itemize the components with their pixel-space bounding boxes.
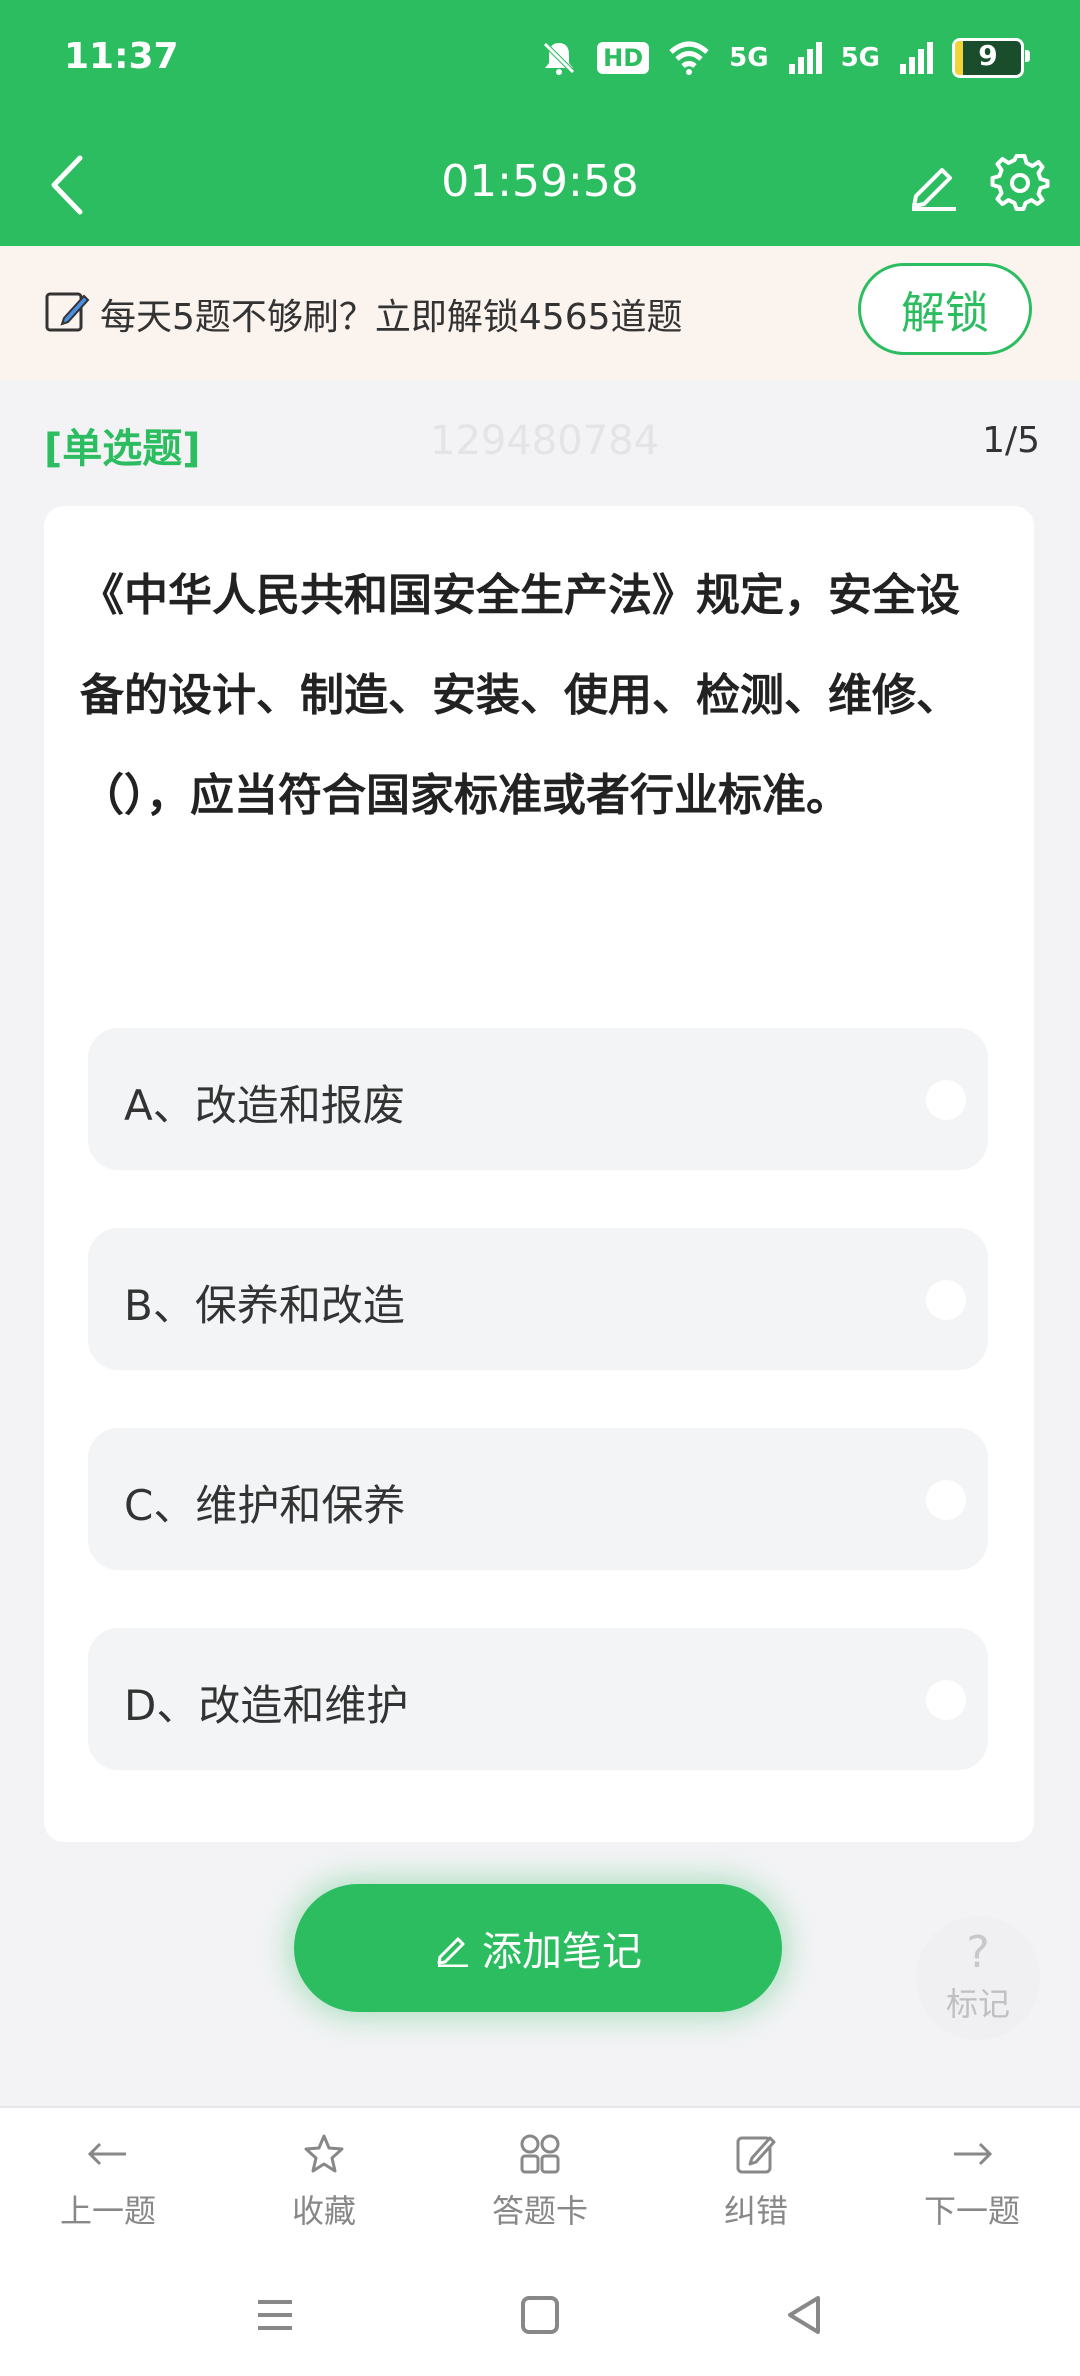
battery-level: 9: [978, 39, 998, 72]
pencil-icon: [437, 1937, 468, 1967]
watermark-id: 129480784: [430, 418, 660, 464]
home-square-icon[interactable]: [515, 2290, 565, 2340]
nav-label: 下一题: [923, 2192, 1020, 2230]
status-time: 11:37: [64, 36, 179, 77]
signal2-label: 5G: [840, 43, 880, 73]
arrow-right-icon: [954, 2142, 993, 2166]
system-nav-bar: [0, 2250, 1080, 2376]
pencil-icon: [912, 168, 956, 211]
signal1-label: 5G: [729, 43, 769, 73]
question-mark-icon: ?: [966, 1927, 990, 1978]
grid-icon: [520, 2134, 560, 2174]
mark-button[interactable]: ? 标记: [916, 1916, 1040, 2040]
nav-label: 答题卡: [491, 2192, 588, 2230]
menu-icon[interactable]: [250, 2290, 300, 2340]
option-radio[interactable]: [926, 1480, 966, 1520]
question-type: [单选题]: [44, 426, 201, 472]
wifi-icon: [669, 41, 709, 75]
back-triangle-icon[interactable]: [780, 2290, 830, 2340]
nav-label: 上一题: [59, 2192, 156, 2230]
option-label: A、改造和报废: [124, 1081, 405, 1130]
edit-icon: [736, 2136, 776, 2174]
star-icon: [304, 2134, 344, 2173]
signal-icon-2: [900, 42, 933, 74]
option-radio[interactable]: [926, 1080, 966, 1120]
nav-label: 纠错: [723, 2192, 788, 2230]
status-icons: HD 5G 5G 9: [539, 34, 1030, 82]
hd-badge: HD: [597, 42, 650, 74]
note-edit-icon: [45, 292, 90, 332]
promo-text: 每天5题不够刷？立即解锁4565道题: [100, 297, 683, 338]
add-note-button[interactable]: 添加笔记: [294, 1884, 782, 2012]
add-note-label: 添加笔记: [482, 1929, 642, 1975]
option-c[interactable]: C、维护和保养: [88, 1428, 988, 1570]
question-progress: 1/5: [982, 420, 1040, 461]
option-a[interactable]: A、改造和报废: [88, 1028, 988, 1170]
battery-icon: 9: [952, 38, 1030, 78]
gear-icon: [990, 154, 1050, 211]
arrow-left-icon: [87, 2142, 126, 2166]
signal-icon-1: [788, 42, 822, 74]
option-label: B、保养和改造: [124, 1281, 405, 1330]
settings-button[interactable]: [990, 152, 1050, 212]
question-text: 《中华人民共和国安全生产法》规定，安全设备的设计、制造、安装、使用、检测、维修、…: [80, 570, 960, 821]
option-d[interactable]: D、改造和维护: [88, 1628, 988, 1770]
option-radio[interactable]: [926, 1280, 966, 1320]
unlock-button[interactable]: 解锁: [858, 263, 1032, 355]
option-label: C、维护和保养: [124, 1481, 406, 1530]
option-b[interactable]: B、保养和改造: [88, 1228, 988, 1370]
edit-button[interactable]: [906, 156, 962, 212]
mark-label: 标记: [945, 1985, 1010, 2023]
option-radio[interactable]: [926, 1680, 966, 1720]
nav-label: 收藏: [291, 2192, 356, 2230]
option-label: D、改造和维护: [124, 1681, 409, 1730]
mute-bell-icon: [543, 42, 575, 75]
